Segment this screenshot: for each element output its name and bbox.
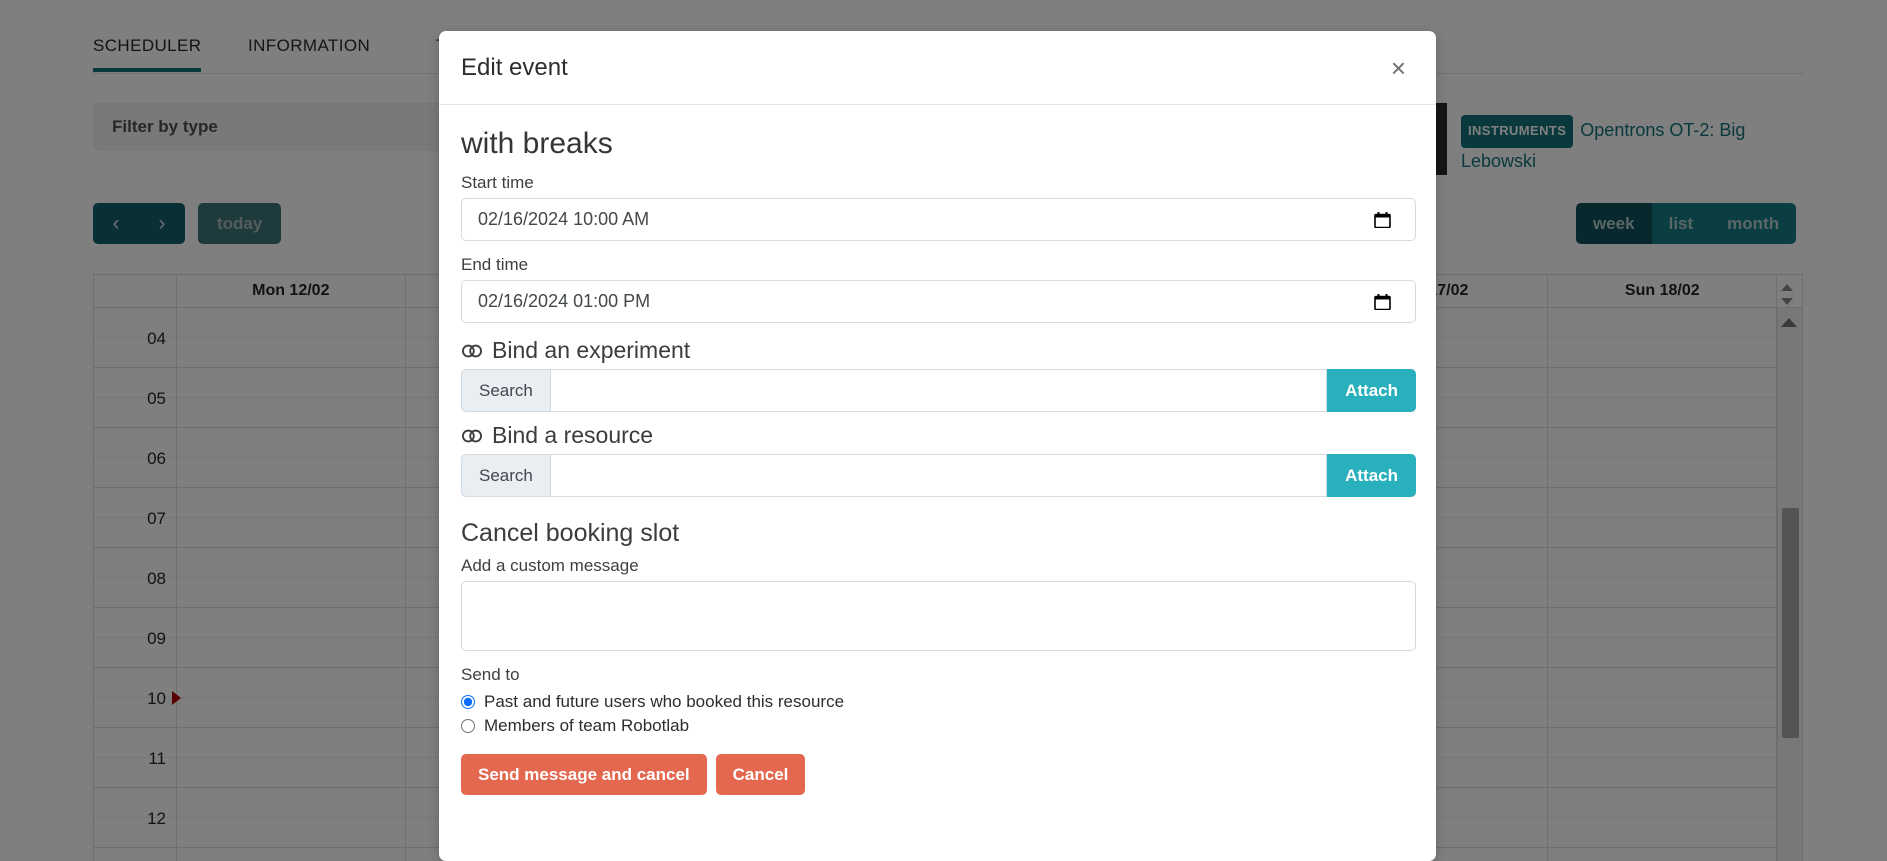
page-title: Edit event [461,53,568,81]
spinner-solid-icon[interactable] [1781,318,1797,327]
bind-resource-heading: Bind a resource [461,422,1414,449]
cancel-button[interactable]: Cancel [715,754,806,795]
link-icon [461,344,482,357]
attach-experiment-button[interactable]: Attach [1327,369,1416,412]
bind-resource-group: Search Attach [461,454,1416,497]
calendar-icon[interactable] [1374,293,1391,310]
bind-experiment-label: Bind an experiment [492,337,691,363]
modal-action-buttons: Send message and cancel Cancel [461,754,1414,795]
resource-search-input[interactable] [549,454,1328,497]
event-name-heading: with breaks [461,127,613,160]
radio-option-team-members[interactable]: Members of team Robotlab [461,714,1414,738]
radio-input-past-future[interactable] [461,695,475,709]
calendar-icon[interactable] [1374,211,1391,228]
end-time-input[interactable]: 02/16/2024 01:00 PM [461,280,1416,323]
end-time-label: End time [461,255,529,274]
start-time-label: Start time [461,173,534,192]
resource-search-button[interactable]: Search [461,454,550,497]
bind-resource-label: Bind a resource [492,422,654,448]
cancel-booking-heading: Cancel booking slot [461,519,680,547]
radio-label-past-future: Past and future users who booked this re… [484,692,845,711]
radio-option-past-future-users[interactable]: Past and future users who booked this re… [461,690,1414,714]
experiment-search-button[interactable]: Search [461,369,550,412]
start-time-value: 02/16/2024 10:00 AM [478,209,650,229]
radio-label-team-members: Members of team Robotlab [484,716,690,735]
edit-event-dialog: Edit event × with breaks Start time 02/1… [439,31,1436,861]
end-time-value: 02/16/2024 01:00 PM [478,291,651,311]
radio-input-team-members[interactable] [461,719,475,733]
experiment-search-input[interactable] [549,369,1328,412]
attach-resource-button[interactable]: Attach [1327,454,1416,497]
start-time-input[interactable]: 02/16/2024 10:00 AM [461,198,1416,241]
close-icon[interactable]: × [1387,55,1410,81]
send-to-label: Send to [461,665,520,684]
link-icon [461,429,482,442]
send-message-and-cancel-button[interactable]: Send message and cancel [461,754,707,795]
custom-message-label: Add a custom message [461,556,639,575]
custom-message-textarea[interactable] [461,581,1416,651]
bind-experiment-group: Search Attach [461,369,1416,412]
modal-body: with breaks Start time 02/16/2024 10:00 … [439,105,1436,821]
bind-experiment-heading: Bind an experiment [461,337,1414,364]
modal-header: Edit event × [439,31,1436,105]
